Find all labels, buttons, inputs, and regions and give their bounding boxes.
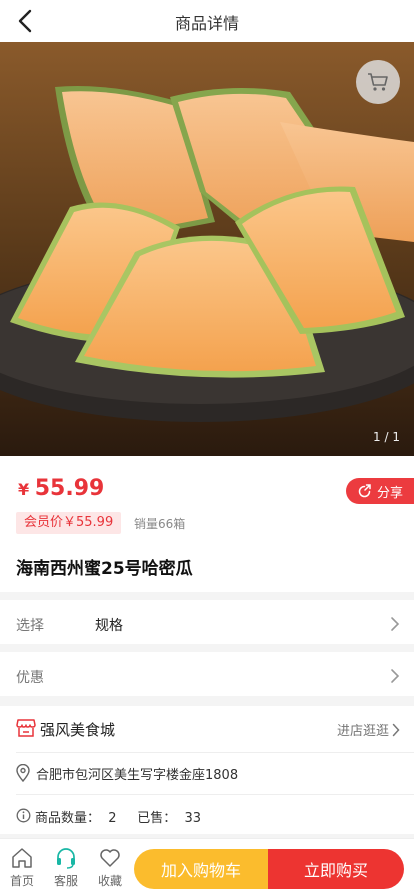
divider xyxy=(16,794,414,795)
store-icon xyxy=(16,719,36,737)
home-icon xyxy=(12,848,32,868)
chevron-right-icon xyxy=(391,669,400,683)
visit-store-label: 进店逛逛 xyxy=(336,724,389,739)
product-info: ¥ 55.99 分享 会员价￥55.99 销量66箱 海南西州蜜25号哈密瓜 xyxy=(0,456,414,592)
page-title: 商品详情 xyxy=(174,14,239,33)
sales-count: 销量66箱 xyxy=(134,517,186,531)
tab-service[interactable]: 客服 xyxy=(44,847,88,889)
share-button[interactable]: 分享 xyxy=(346,478,414,504)
promo-row[interactable]: 优惠 xyxy=(0,652,414,696)
location-pin-icon xyxy=(16,764,30,782)
spec-row[interactable]: 选择 规格 xyxy=(0,600,414,644)
price-value: 55.99 xyxy=(34,476,105,501)
buy-now-button[interactable]: 立即购买 xyxy=(268,849,404,889)
product-image[interactable]: 1 / 1 xyxy=(0,42,414,456)
melon-photo xyxy=(0,42,414,456)
share-icon xyxy=(358,483,371,497)
promo-label: 优惠 xyxy=(16,670,44,686)
spec-label: 选择 xyxy=(16,618,44,634)
tab-favorite[interactable]: 收藏 xyxy=(88,847,132,889)
heart-icon xyxy=(100,849,120,867)
chevron-right-icon xyxy=(391,617,400,631)
tab-home-label: 首页 xyxy=(9,874,34,888)
image-pager: 1 / 1 xyxy=(373,430,400,444)
divider xyxy=(16,752,414,753)
info-icon xyxy=(16,808,31,823)
chevron-right-icon xyxy=(392,723,400,736)
store-stats: 商品数量： 2 已售： 33 xyxy=(35,811,202,826)
top-bar: 商品详情 xyxy=(0,0,414,42)
tab-home[interactable]: 首页 xyxy=(0,847,44,889)
share-label: 分享 xyxy=(376,485,403,501)
store-card: 强风美食城 进店逛逛 合肥市包河区美生写字楼金座1808 商品数量： 2 已售：… xyxy=(0,706,414,834)
spec-value: 规格 xyxy=(95,618,123,634)
price: ¥ 55.99 xyxy=(18,476,104,501)
member-price-badge: 会员价￥55.99 xyxy=(16,512,122,534)
store-name: 强风美食城 xyxy=(40,721,116,739)
cart-button[interactable] xyxy=(356,60,400,104)
visit-store-button[interactable]: 进店逛逛 xyxy=(337,720,400,739)
add-to-cart-button[interactable]: 加入购物车 xyxy=(134,849,268,889)
product-name: 海南西州蜜25号哈密瓜 xyxy=(16,559,193,579)
cart-icon xyxy=(368,73,388,91)
store-address: 合肥市包河区美生写字楼金座1808 xyxy=(36,768,239,783)
headset-icon xyxy=(57,848,75,869)
bottom-action-bar: 首页 客服 收藏 加入购物车 立即购买 xyxy=(0,838,414,896)
tab-service-label: 客服 xyxy=(53,874,78,888)
tab-favorite-label: 收藏 xyxy=(97,874,122,888)
currency-symbol: ¥ xyxy=(18,480,30,499)
